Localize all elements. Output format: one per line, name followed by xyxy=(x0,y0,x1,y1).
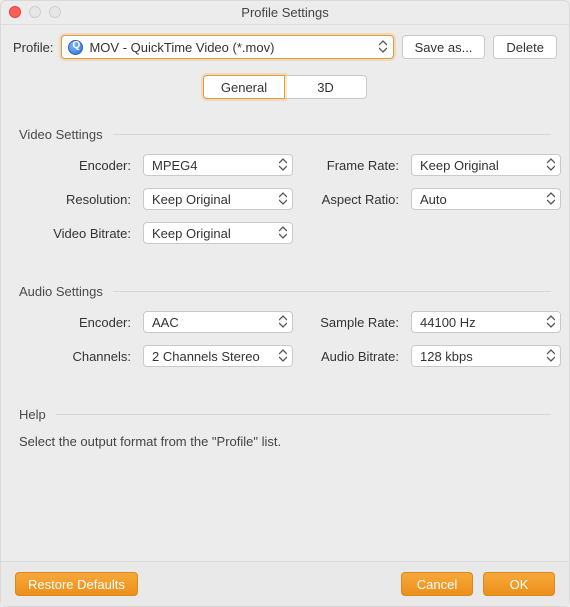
tab-general[interactable]: General xyxy=(203,75,285,99)
video-bitrate-select[interactable]: Keep Original xyxy=(143,222,293,244)
tab-3d[interactable]: 3D xyxy=(285,75,367,99)
window-title: Profile Settings xyxy=(1,5,569,20)
profile-settings-window: Profile Settings Profile: MOV - QuickTim… xyxy=(0,0,570,607)
restore-defaults-button[interactable]: Restore Defaults xyxy=(15,572,138,596)
maximize-icon xyxy=(49,6,61,18)
audio-bitrate-label: Audio Bitrate: xyxy=(297,349,407,364)
chevron-updown-icon xyxy=(279,158,287,171)
help-text: Select the output format from the "Profi… xyxy=(19,434,551,449)
profile-select[interactable]: MOV - QuickTime Video (*.mov) xyxy=(61,35,393,59)
chevron-updown-icon xyxy=(379,40,387,53)
profile-row: Profile: MOV - QuickTime Video (*.mov) S… xyxy=(1,25,569,67)
footer: Restore Defaults Cancel OK xyxy=(1,561,569,606)
quicktime-icon xyxy=(68,40,83,55)
sample-rate-label: Sample Rate: xyxy=(297,315,407,330)
content-area: Video Settings Encoder: MPEG4 Frame Rate… xyxy=(1,117,569,561)
chevron-updown-icon xyxy=(279,315,287,328)
audio-settings-header: Audio Settings xyxy=(19,284,551,299)
save-as-button[interactable]: Save as... xyxy=(402,35,486,59)
frame-rate-value: Keep Original xyxy=(420,158,499,173)
chevron-updown-icon xyxy=(279,192,287,205)
help-title: Help xyxy=(19,407,46,422)
aspect-ratio-select[interactable]: Auto xyxy=(411,188,561,210)
profile-value: MOV - QuickTime Video (*.mov) xyxy=(89,40,274,55)
frame-rate-select[interactable]: Keep Original xyxy=(411,154,561,176)
resolution-value: Keep Original xyxy=(152,192,231,207)
audio-bitrate-value: 128 kbps xyxy=(420,349,473,364)
chevron-updown-icon xyxy=(547,158,555,171)
video-settings-grid: Encoder: MPEG4 Frame Rate: Keep Original… xyxy=(19,154,551,244)
channels-value: 2 Channels Stereo xyxy=(152,349,260,364)
video-encoder-select[interactable]: MPEG4 xyxy=(143,154,293,176)
resolution-select[interactable]: Keep Original xyxy=(143,188,293,210)
audio-encoder-label: Encoder: xyxy=(19,315,139,330)
profile-label: Profile: xyxy=(13,40,53,55)
channels-select[interactable]: 2 Channels Stereo xyxy=(143,345,293,367)
video-bitrate-value: Keep Original xyxy=(152,226,231,241)
chevron-updown-icon xyxy=(279,226,287,239)
video-bitrate-label: Video Bitrate: xyxy=(19,226,139,241)
minimize-icon xyxy=(29,6,41,18)
sample-rate-value: 44100 Hz xyxy=(420,315,476,330)
video-encoder-label: Encoder: xyxy=(19,158,139,173)
divider xyxy=(56,414,551,415)
chevron-updown-icon xyxy=(547,192,555,205)
audio-bitrate-select[interactable]: 128 kbps xyxy=(411,345,561,367)
divider xyxy=(113,134,551,135)
chevron-updown-icon xyxy=(547,349,555,362)
chevron-updown-icon xyxy=(547,315,555,328)
close-icon[interactable] xyxy=(9,6,21,18)
video-encoder-value: MPEG4 xyxy=(152,158,198,173)
video-settings-header: Video Settings xyxy=(19,127,551,142)
resolution-label: Resolution: xyxy=(19,192,139,207)
aspect-ratio-value: Auto xyxy=(420,192,447,207)
frame-rate-label: Frame Rate: xyxy=(297,158,407,173)
audio-settings-title: Audio Settings xyxy=(19,284,103,299)
audio-settings-grid: Encoder: AAC Sample Rate: 44100 Hz Chann… xyxy=(19,311,551,367)
titlebar: Profile Settings xyxy=(1,1,569,25)
chevron-updown-icon xyxy=(279,349,287,362)
sample-rate-select[interactable]: 44100 Hz xyxy=(411,311,561,333)
channels-label: Channels: xyxy=(19,349,139,364)
ok-button[interactable]: OK xyxy=(483,572,555,596)
audio-encoder-select[interactable]: AAC xyxy=(143,311,293,333)
delete-button[interactable]: Delete xyxy=(493,35,557,59)
aspect-ratio-label: Aspect Ratio: xyxy=(297,192,407,207)
divider xyxy=(113,291,551,292)
video-settings-title: Video Settings xyxy=(19,127,103,142)
window-controls xyxy=(9,6,61,18)
tab-bar: General 3D xyxy=(1,75,569,99)
help-header: Help xyxy=(19,407,551,422)
audio-encoder-value: AAC xyxy=(152,315,179,330)
cancel-button[interactable]: Cancel xyxy=(401,572,473,596)
